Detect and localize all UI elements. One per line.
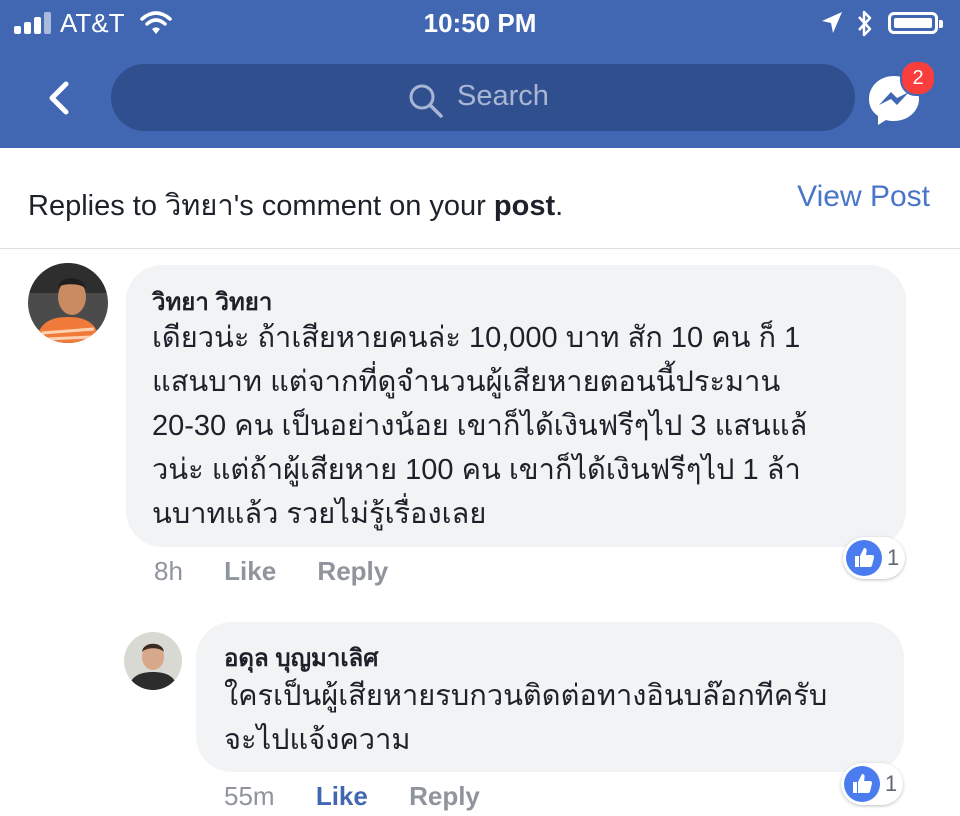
avatar[interactable]: [28, 263, 108, 343]
reaction-number: 1: [885, 771, 898, 796]
location-arrow-icon: [822, 12, 842, 33]
search-placeholder: Search: [457, 80, 549, 112]
navigation-bar: AT&T 10:50 PM Search 2: [0, 0, 960, 148]
reaction-count[interactable]: 1: [843, 537, 905, 579]
status-bar: AT&T 10:50 PM: [0, 0, 960, 50]
comment-actions: 8h Like Reply: [154, 556, 422, 587]
like-button[interactable]: Like: [224, 556, 276, 586]
comment-actions: 55m Like Reply: [224, 781, 514, 812]
comment-timestamp: 55m: [224, 781, 275, 811]
search-bar[interactable]: Search: [111, 64, 855, 131]
bluetooth-icon: [858, 10, 872, 37]
clock: 10:50 PM: [423, 8, 537, 38]
like-reaction-icon: [844, 766, 880, 802]
reaction-number: 1: [887, 545, 900, 570]
reply-button[interactable]: Reply: [409, 781, 480, 811]
reply-button[interactable]: Reply: [317, 556, 388, 586]
replies-header: Replies to วิทยา's comment on your post.…: [0, 150, 960, 249]
comment-text: เดียวน่ะ ถ้าเสียหายคนล่ะ 10,000 บาท สัก …: [152, 322, 808, 530]
like-button[interactable]: Like: [316, 781, 368, 811]
battery-icon: [888, 12, 943, 34]
comment-author[interactable]: อดุล บุญมาเลิศ: [224, 638, 379, 677]
reaction-count[interactable]: 1: [841, 763, 903, 805]
search-icon: [409, 84, 443, 118]
like-reaction-icon: [846, 540, 882, 576]
view-post-link[interactable]: View Post: [797, 180, 930, 214]
replies-header-text: Replies to วิทยา's comment on your post.: [28, 190, 564, 222]
comment-timestamp: 8h: [154, 556, 183, 586]
avatar[interactable]: [124, 632, 182, 690]
messenger-badge: 2: [900, 60, 936, 96]
comment-text: ใครเป็นผู้เสียหายรบกวนติดต่อทางอินบล๊อกท…: [224, 680, 828, 756]
back-arrow-icon[interactable]: [40, 78, 80, 118]
